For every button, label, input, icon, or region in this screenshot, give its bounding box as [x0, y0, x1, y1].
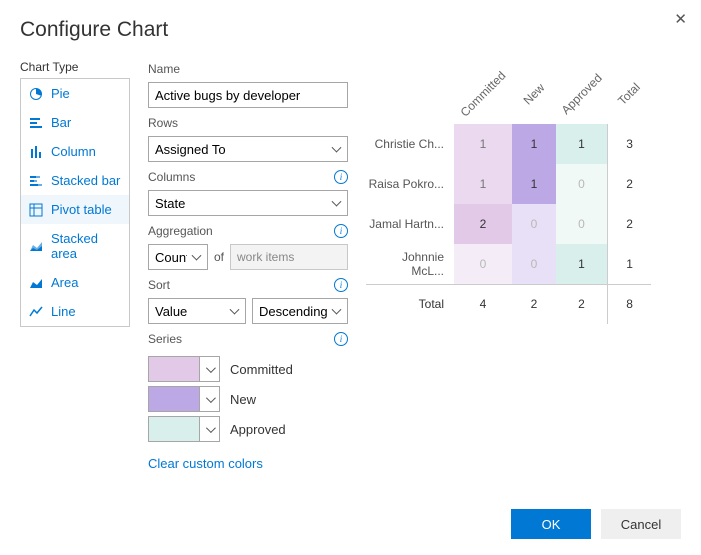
chart-type-label: Bar: [51, 115, 71, 130]
series-row: New: [148, 386, 348, 412]
line-icon: [29, 305, 43, 319]
preview-row-total: 2: [607, 164, 651, 204]
preview-row-name: Raisa Pokro...: [366, 164, 454, 204]
preview-col-total: 2: [556, 284, 607, 324]
preview-row-total: 1: [607, 244, 651, 284]
preview-col-total: 4: [454, 284, 512, 324]
aggregation-select[interactable]: Count: [148, 244, 208, 270]
chevron-down-icon: [199, 387, 219, 411]
chart-type-bar[interactable]: Bar: [21, 108, 129, 137]
preview-cell: 0: [556, 204, 607, 244]
chart-type-column[interactable]: Column: [21, 137, 129, 166]
stacked-bar-icon: [29, 174, 43, 188]
series-label: Committed: [230, 362, 293, 377]
chart-type-list: Pie Bar Column Stacked bar Pivot table Stacke…: [20, 78, 130, 327]
preview-cell: 0: [512, 204, 556, 244]
preview-row-name: Christie Ch...: [366, 124, 454, 164]
aggregation-of-label: of: [214, 250, 224, 264]
preview-cell: 1: [454, 164, 512, 204]
chart-type-label: Chart Type: [20, 60, 130, 74]
series-row: Approved: [148, 416, 348, 442]
aggregation-unit: work items: [230, 244, 348, 270]
series-color-picker[interactable]: [148, 386, 220, 412]
preview-row-total: 2: [607, 204, 651, 244]
bar-icon: [29, 116, 43, 130]
chart-type-stacked-area[interactable]: Stacked area: [21, 224, 129, 268]
preview-cell: 2: [454, 204, 512, 244]
column-icon: [29, 145, 43, 159]
preview-col-header: Committed: [454, 64, 512, 124]
chart-options-form: Name Rows Assigned To Columnsi State Agg…: [148, 60, 348, 471]
preview-col-header: Total: [607, 64, 651, 124]
preview-cell: 0: [556, 164, 607, 204]
close-icon[interactable]: ✕: [674, 10, 687, 28]
sort-direction-select[interactable]: Descending: [252, 298, 348, 324]
series-label: New: [230, 392, 256, 407]
cancel-button[interactable]: Cancel: [601, 509, 681, 539]
preview-total-label: Total: [366, 284, 454, 324]
chart-type-section: Chart Type Pie Bar Column Stacked bar Pivot …: [20, 60, 130, 471]
series-color-picker[interactable]: [148, 416, 220, 442]
dialog-footer: OK Cancel: [511, 509, 681, 539]
series-label: Seriesi: [148, 332, 348, 346]
series-color-picker[interactable]: [148, 356, 220, 382]
chart-type-pivot-table[interactable]: Pivot table: [21, 195, 129, 224]
preview-col-header: Approved: [556, 64, 607, 124]
sort-label: Sorti: [148, 278, 348, 292]
stacked-area-icon: [29, 239, 43, 253]
chart-preview: CommittedNewApprovedTotalChristie Ch...1…: [366, 60, 681, 471]
area-icon: [29, 276, 43, 290]
preview-row-name: Jamal Hartn...: [366, 204, 454, 244]
configure-chart-dialog: ✕ Configure Chart Chart Type Pie Bar Colum…: [0, 0, 701, 555]
preview-cell: 1: [454, 124, 512, 164]
chevron-down-icon: [199, 357, 219, 381]
name-input[interactable]: [148, 82, 348, 108]
chart-type-pie[interactable]: Pie: [21, 79, 129, 108]
preview-col-header: New: [512, 64, 556, 124]
pie-icon: [29, 87, 43, 101]
clear-custom-colors-link[interactable]: Clear custom colors: [148, 456, 348, 471]
chart-type-label: Column: [51, 144, 96, 159]
sort-by-select[interactable]: Value: [148, 298, 246, 324]
ok-button[interactable]: OK: [511, 509, 591, 539]
info-icon[interactable]: i: [334, 224, 348, 238]
chart-type-label: Stacked area: [51, 231, 121, 261]
columns-label: Columnsi: [148, 170, 348, 184]
chart-type-stacked-bar[interactable]: Stacked bar: [21, 166, 129, 195]
series-label: Approved: [230, 422, 286, 437]
preview-row-total: 3: [607, 124, 651, 164]
series-row: Committed: [148, 356, 348, 382]
chart-type-line[interactable]: Line: [21, 297, 129, 326]
chart-type-label: Stacked bar: [51, 173, 120, 188]
preview-cell: 0: [512, 244, 556, 284]
rows-label: Rows: [148, 116, 348, 130]
chart-type-label: Pivot table: [51, 202, 112, 217]
preview-cell: 1: [512, 164, 556, 204]
preview-cell: 1: [556, 124, 607, 164]
info-icon[interactable]: i: [334, 278, 348, 292]
info-icon[interactable]: i: [334, 332, 348, 346]
chart-type-label: Line: [51, 304, 76, 319]
chevron-down-icon: [199, 417, 219, 441]
preview-cell: 1: [512, 124, 556, 164]
chart-type-label: Pie: [51, 86, 70, 101]
preview-col-total: 2: [512, 284, 556, 324]
aggregation-label: Aggregationi: [148, 224, 348, 238]
columns-select[interactable]: State: [148, 190, 348, 216]
name-label: Name: [148, 62, 348, 76]
preview-col-total: 8: [607, 284, 651, 324]
pivot-table-icon: [29, 203, 43, 217]
info-icon[interactable]: i: [334, 170, 348, 184]
preview-row-name: Johnnie McL...: [366, 244, 454, 284]
preview-cell: 1: [556, 244, 607, 284]
chart-type-label: Area: [51, 275, 78, 290]
chart-type-area[interactable]: Area: [21, 268, 129, 297]
rows-select[interactable]: Assigned To: [148, 136, 348, 162]
dialog-title: Configure Chart: [20, 18, 681, 42]
preview-cell: 0: [454, 244, 512, 284]
